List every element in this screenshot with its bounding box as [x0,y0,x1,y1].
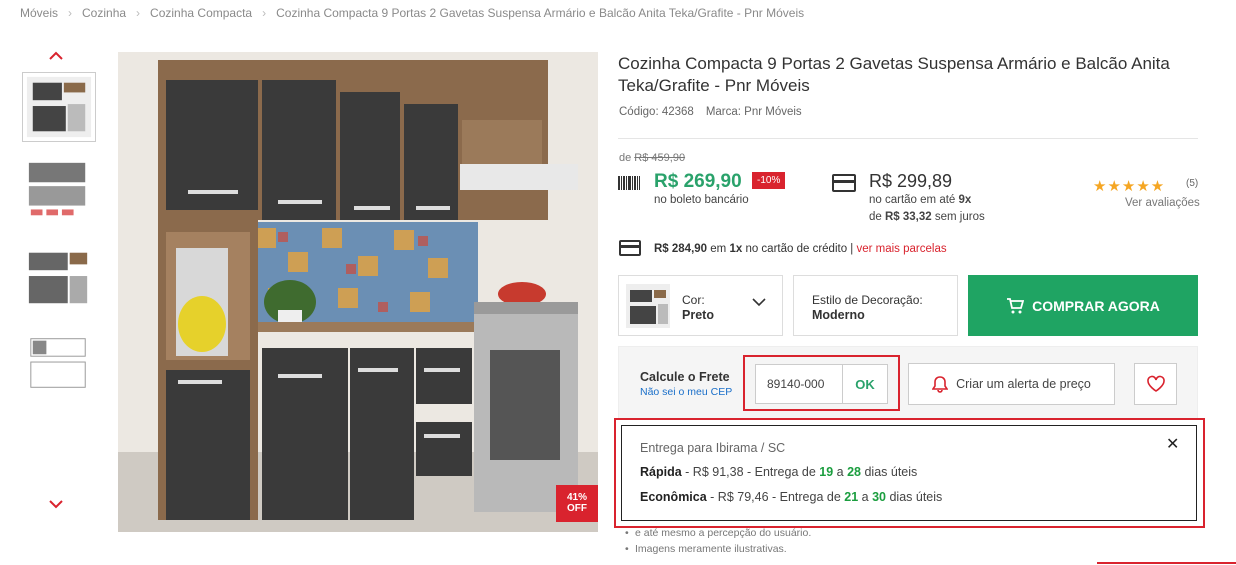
delivery-days-mid: a [833,465,848,479]
thumbnail-2[interactable] [22,156,96,226]
credit-mid: em [707,243,730,255]
delivery-days-from: 19 [819,465,834,479]
delivery-days-suffix: dias úteis [886,490,943,504]
cart-icon [1007,297,1025,313]
cep-field: OK [755,364,888,404]
badge-percent: 41% [566,492,587,503]
breadcrumb-item-cozinha-compacta[interactable]: Cozinha Compacta [150,6,252,20]
credit-card-icon [832,174,856,192]
thumbnail-3[interactable] [22,242,96,312]
credit-card-icon [619,240,641,256]
boleto-label: no boleto bancário [654,194,749,206]
card-installments-prefix: no cartão em até [869,194,959,206]
breadcrumb-item-moveis[interactable]: Móveis [20,6,58,20]
credit-card-price-line: R$ 284,90 em 1x no cartão de crédito | v… [654,243,947,255]
badge-off: OFF [567,503,587,514]
barcode-icon [618,176,640,190]
delivery-days-suffix: dias úteis [861,465,918,479]
chevron-down-icon [752,294,766,310]
delivery-days-to: 28 [847,465,861,479]
thumbnail-4[interactable] [22,328,96,398]
cep-ok-button[interactable]: OK [842,365,887,403]
color-value: Preto [682,308,714,322]
delivery-option-rapida: Rápida - R$ 91,38 - Entrega de 19 a 28 d… [640,465,917,479]
old-price: de R$ 459,90 [619,152,685,164]
card-value: R$ 33,32 [885,211,932,223]
style-label: Estilo de Decoração: [812,293,923,307]
card-value-prefix: de [869,211,885,223]
card-price: R$ 299,89 [869,171,953,191]
thumbnail-1[interactable] [22,72,96,142]
card-installments: no cartão em até 9x [869,194,971,206]
note-item: e até mesmo a percepção do usuário. [625,525,811,541]
breadcrumb: Móveis › Cozinha › Cozinha Compacta › Co… [20,6,804,20]
style-value: Moderno [812,308,865,322]
product-notes: e até mesmo a percepção do usuário. Imag… [625,525,811,557]
thumbnail-strip [20,48,98,518]
cep-input[interactable] [756,365,842,403]
bell-icon [932,376,949,393]
rating-stars[interactable]: ★★★★★ [1093,177,1165,195]
chevron-right-icon: › [262,6,267,20]
discount-badge: -10% [752,172,786,189]
buy-now-button[interactable]: COMPRAR AGORA [968,275,1198,336]
heart-icon [1146,375,1165,392]
old-price-prefix: de [619,152,635,164]
wishlist-button[interactable] [1134,363,1177,405]
chevron-right-icon: › [68,6,73,20]
breadcrumb-current: Cozinha Compacta 9 Portas 2 Gavetas Susp… [276,6,805,20]
delivery-title: Entrega para Ibirama / SC [640,441,786,455]
chevron-right-icon: › [136,6,141,20]
delivery-option-name: Econômica [640,490,707,504]
delivery-days-to: 30 [872,490,886,504]
delivery-option-economica: Econômica - R$ 79,46 - Entrega de 21 a 3… [640,490,942,504]
discount-off-badge: 41% OFF [556,485,598,522]
credit-price: R$ 284,90 [654,243,708,255]
delivery-option-name: Rápida [640,465,682,479]
buy-now-label: COMPRAR AGORA [1032,297,1160,314]
color-label: Cor: [682,293,705,307]
shipping-title: Calcule o Frete [640,370,730,384]
card-installment-value: de R$ 33,32 sem juros [869,211,985,223]
note-item: Imagens meramente ilustrativas. [625,541,811,557]
delivery-days-mid: a [858,490,873,504]
card-value-suffix: sem juros [931,211,985,223]
rating-count: (5) [1186,178,1199,189]
breadcrumb-item-cozinha[interactable]: Cozinha [82,6,126,20]
decoration-style-selector[interactable]: Estilo de Decoração: Moderno [793,275,958,336]
delivery-option-price: - R$ 91,38 - Entrega de [681,465,820,479]
page-title: Cozinha Compacta 9 Portas 2 Gavetas Susp… [618,54,1170,95]
product-brand: Marca: Pnr Móveis [705,106,802,118]
divider [618,138,1198,139]
price-alert-label: Criar um alerta de preço [956,377,1091,391]
boleto-price: R$ 269,90 [654,171,742,192]
see-reviews-link[interactable]: Ver avaliações [1125,197,1200,209]
divider [1097,562,1236,564]
old-price-value: R$ 459,90 [634,152,686,164]
credit-post: no cartão de crédito | [742,243,857,255]
main-product-image[interactable] [118,52,598,532]
chevron-up-icon[interactable] [49,48,63,64]
delivery-days-from: 21 [844,490,859,504]
card-installments-count: 9x [958,194,972,206]
more-installments-link[interactable]: ver mais parcelas [856,243,946,255]
chevron-down-icon[interactable] [49,496,63,512]
credit-times: 1x [729,243,743,255]
unknown-cep-link[interactable]: Não sei o meu CEP [640,386,732,398]
close-icon[interactable]: ✕ [1166,434,1179,454]
color-selector[interactable]: Cor: Preto [618,275,783,336]
delivery-option-price: - R$ 79,46 - Entrega de [706,490,845,504]
color-thumbnail [626,284,670,328]
product-meta: Código: 42368 Marca: Pnr Móveis [619,106,802,118]
price-alert-button[interactable]: Criar um alerta de preço [908,363,1115,405]
product-code: Código: 42368 [619,106,694,118]
